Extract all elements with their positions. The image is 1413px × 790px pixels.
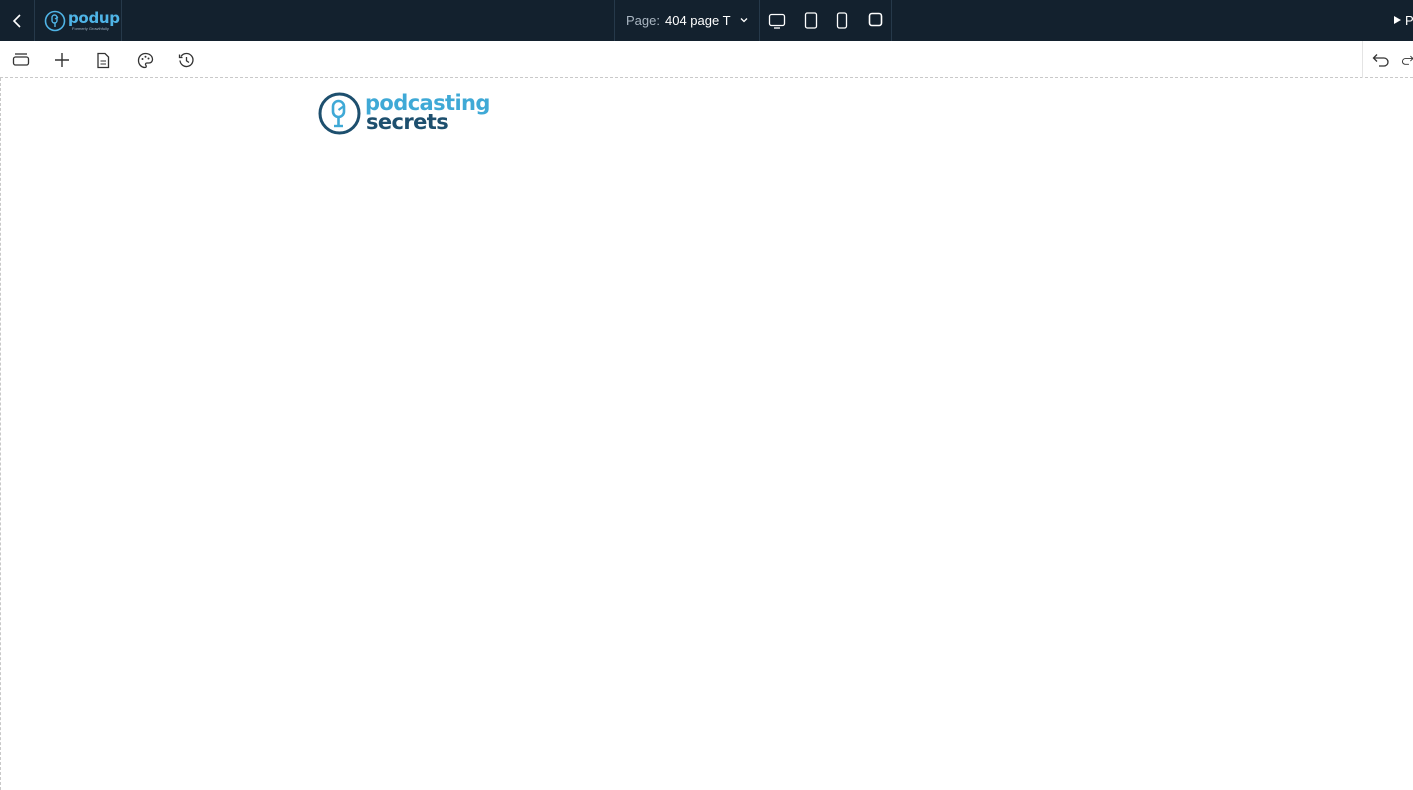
page-selector[interactable]: Page: 404 page T <box>614 0 760 41</box>
square-view-icon <box>868 12 882 27</box>
chevron-down-icon <box>740 18 748 23</box>
podup-mic-icon <box>44 10 66 31</box>
editor-canvas[interactable]: podcasting secrets <box>0 78 1413 790</box>
undo-button[interactable] <box>1369 48 1393 72</box>
preview-label: P <box>1405 12 1413 28</box>
pages-button[interactable] <box>91 48 115 72</box>
page-icon <box>97 52 110 68</box>
logo-tagline: Formerly Growthfully <box>72 25 109 31</box>
podcast-mic-icon <box>318 92 361 134</box>
device-switcher <box>760 0 892 41</box>
layers-button[interactable] <box>9 48 33 72</box>
site-logo[interactable]: podcasting secrets <box>318 91 493 135</box>
top-bar: podup Formerly Growthfully Page: 404 pag… <box>0 0 1413 41</box>
palette-icon <box>137 52 153 68</box>
layers-icon <box>12 53 30 66</box>
desktop-icon <box>768 13 786 29</box>
logo-text: podup <box>68 8 120 27</box>
preview-button[interactable]: P <box>1394 12 1413 28</box>
history-icon <box>178 52 194 67</box>
tablet-view-button[interactable] <box>796 0 826 41</box>
editor-toolbar <box>0 41 1413 78</box>
tablet-icon <box>804 12 818 29</box>
history-button[interactable] <box>174 48 198 72</box>
mobile-view-button[interactable] <box>827 0 857 41</box>
undo-redo-group <box>1362 41 1413 78</box>
chevron-left-icon <box>12 13 21 28</box>
add-icon <box>55 53 69 67</box>
app-logo[interactable]: podup Formerly Growthfully <box>35 0 122 41</box>
play-icon <box>1394 16 1401 24</box>
desktop-view-button[interactable] <box>762 0 792 41</box>
page-value: 404 page T <box>664 13 731 28</box>
page-label: Page: <box>626 13 660 28</box>
mobile-icon <box>836 12 848 29</box>
logo-line-2: secrets <box>366 110 449 134</box>
redo-icon <box>1402 55 1413 65</box>
square-view-button[interactable] <box>860 0 890 40</box>
undo-icon <box>1372 54 1389 67</box>
back-button[interactable] <box>0 0 35 41</box>
add-element-button[interactable] <box>50 48 74 72</box>
theme-button[interactable] <box>133 48 157 72</box>
redo-button[interactable] <box>1401 48 1413 72</box>
